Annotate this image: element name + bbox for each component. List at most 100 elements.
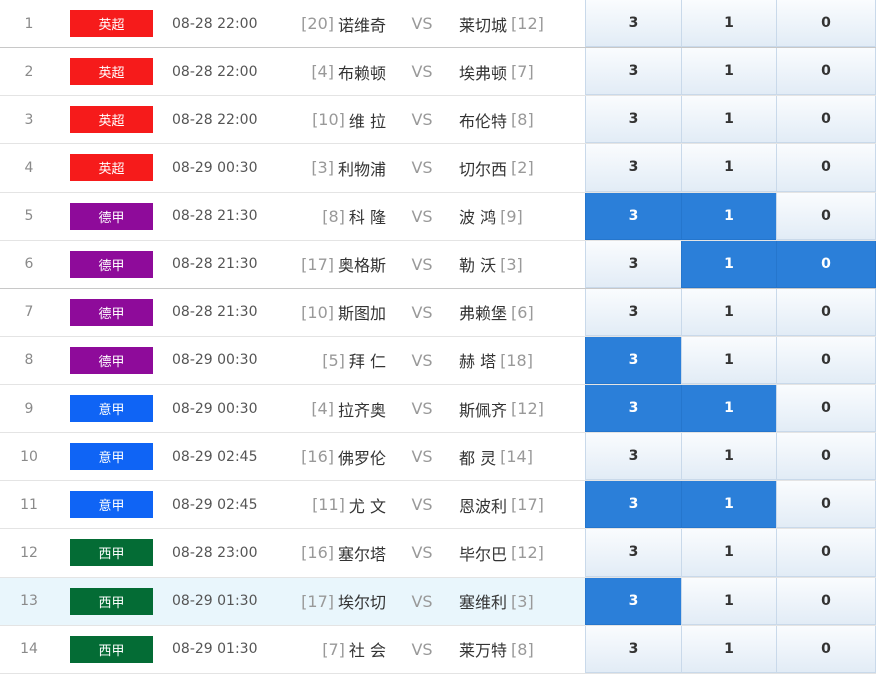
home-team[interactable]: [5] 拜 仁 [290, 337, 386, 384]
option-draw-button[interactable]: 1 [681, 625, 776, 673]
option-draw-button[interactable]: 1 [681, 240, 776, 288]
vs-label: VS [411, 543, 433, 563]
option-lose-button[interactable]: 0 [776, 336, 876, 384]
league-badge[interactable]: 德甲 [70, 346, 153, 374]
away-team[interactable]: 勒 沃 [3] [459, 241, 583, 288]
league-badge[interactable]: 西甲 [70, 587, 153, 615]
home-team[interactable]: [20] 诺维奇 [290, 0, 386, 47]
option-win-button[interactable]: 3 [585, 385, 681, 433]
home-team[interactable]: [4] 拉齐奥 [290, 385, 386, 432]
option-lose-button[interactable]: 0 [776, 48, 876, 96]
away-team[interactable]: 斯佩齐 [12] [459, 385, 583, 432]
option-win-button[interactable]: 3 [585, 240, 681, 288]
home-team[interactable]: [10] 维 拉 [290, 96, 386, 143]
home-rank: [4] [311, 62, 334, 82]
away-team[interactable]: 赫 塔 [18] [459, 337, 583, 384]
home-team[interactable]: [10] 斯图加 [290, 289, 386, 336]
home-team[interactable]: [17] 埃尔切 [290, 578, 386, 625]
league-badge[interactable]: 意甲 [70, 491, 153, 519]
league-badge[interactable]: 意甲 [70, 395, 153, 423]
option-draw-button[interactable]: 1 [681, 144, 776, 192]
home-rank: [16] [301, 447, 334, 467]
league-cell: 意甲 [70, 481, 153, 528]
away-team[interactable]: 切尔西 [2] [459, 144, 583, 191]
away-rank: [6] [511, 302, 534, 322]
option-lose-button[interactable]: 0 [776, 0, 876, 48]
option-draw-button[interactable]: 1 [681, 192, 776, 240]
option-draw-button[interactable]: 1 [681, 529, 776, 577]
away-team[interactable]: 波 鸿 [9] [459, 193, 583, 240]
away-team[interactable]: 弗赖堡 [6] [459, 289, 583, 336]
option-draw-button[interactable]: 1 [681, 385, 776, 433]
league-cell: 英超 [70, 144, 153, 191]
option-draw-button[interactable]: 1 [681, 336, 776, 384]
league-badge[interactable]: 英超 [70, 154, 153, 182]
away-rank: [8] [511, 639, 534, 659]
option-lose-button[interactable]: 0 [776, 385, 876, 433]
match-number: 12 [20, 544, 38, 561]
league-badge[interactable]: 英超 [70, 58, 153, 86]
option-lose-button[interactable]: 0 [776, 144, 876, 192]
option-win-button[interactable]: 3 [585, 481, 681, 529]
option-win-button[interactable]: 3 [585, 529, 681, 577]
match-number: 8 [24, 352, 34, 369]
home-team[interactable]: [16] 塞尔塔 [290, 529, 386, 576]
option-win-button[interactable]: 3 [585, 625, 681, 673]
option-lose-button[interactable]: 0 [776, 481, 876, 529]
option-lose-button[interactable]: 0 [776, 240, 876, 288]
option-lose-button[interactable]: 0 [776, 192, 876, 240]
league-badge[interactable]: 德甲 [70, 202, 153, 230]
away-team[interactable]: 都 灵 [14] [459, 433, 583, 480]
home-team[interactable]: [4] 布赖顿 [290, 48, 386, 95]
home-team-name: 奥格斯 [337, 256, 386, 276]
option-draw-button[interactable]: 1 [681, 433, 776, 481]
option-win-button[interactable]: 3 [585, 336, 681, 384]
option-win-button[interactable]: 3 [585, 144, 681, 192]
home-team[interactable]: [17] 奥格斯 [290, 241, 386, 288]
option-win-button[interactable]: 3 [585, 96, 681, 144]
league-badge[interactable]: 西甲 [70, 635, 153, 663]
option-lose-button[interactable]: 0 [776, 433, 876, 481]
league-badge[interactable]: 意甲 [70, 443, 153, 471]
home-rank: [8] [322, 206, 345, 226]
home-team[interactable]: [3] 利物浦 [290, 144, 386, 191]
home-team[interactable]: [16] 佛罗伦 [290, 433, 386, 480]
away-team[interactable]: 恩波利 [17] [459, 481, 583, 528]
option-draw-button[interactable]: 1 [681, 0, 776, 48]
match-number: 9 [24, 400, 34, 417]
away-team[interactable]: 莱万特 [8] [459, 626, 583, 673]
option-win-button[interactable]: 3 [585, 577, 681, 625]
league-badge[interactable]: 英超 [70, 10, 153, 38]
home-team[interactable]: [8] 科 隆 [290, 193, 386, 240]
option-draw-button[interactable]: 1 [681, 577, 776, 625]
home-team[interactable]: [11] 尤 文 [290, 481, 386, 528]
league-badge[interactable]: 德甲 [70, 250, 153, 278]
league-badge[interactable]: 德甲 [70, 298, 153, 326]
league-badge[interactable]: 西甲 [70, 539, 153, 567]
match-number: 4 [24, 159, 34, 176]
league-cell: 德甲 [70, 241, 153, 288]
option-draw-button[interactable]: 1 [681, 48, 776, 96]
away-team[interactable]: 塞维利 [3] [459, 578, 583, 625]
option-win-button[interactable]: 3 [585, 192, 681, 240]
option-lose-button[interactable]: 0 [776, 288, 876, 336]
option-lose-button[interactable]: 0 [776, 577, 876, 625]
away-team[interactable]: 毕尔巴 [12] [459, 529, 583, 576]
option-draw-button[interactable]: 1 [681, 288, 776, 336]
option-draw-button[interactable]: 1 [681, 96, 776, 144]
option-lose-button[interactable]: 0 [776, 529, 876, 577]
away-team[interactable]: 莱切城 [12] [459, 0, 583, 47]
option-win-button[interactable]: 3 [585, 0, 681, 48]
away-team[interactable]: 埃弗顿 [7] [459, 48, 583, 95]
option-lose-button[interactable]: 0 [776, 625, 876, 673]
option-draw-button[interactable]: 1 [681, 481, 776, 529]
option-win-button[interactable]: 3 [585, 288, 681, 336]
option-lose-button[interactable]: 0 [776, 96, 876, 144]
option-win-button[interactable]: 3 [585, 48, 681, 96]
away-team[interactable]: 布伦特 [8] [459, 96, 583, 143]
match-number: 7 [24, 304, 34, 321]
league-badge[interactable]: 英超 [70, 106, 153, 134]
match-time: 08-29 02:45 [172, 448, 258, 465]
home-team[interactable]: [7] 社 会 [290, 626, 386, 673]
option-win-button[interactable]: 3 [585, 433, 681, 481]
